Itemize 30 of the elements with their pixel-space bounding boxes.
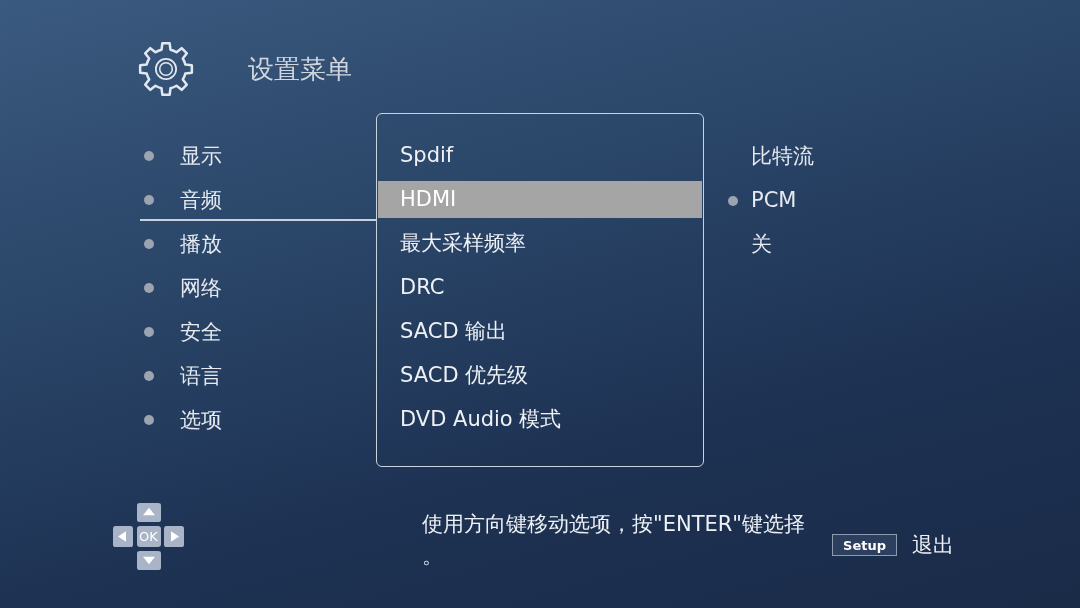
bullet-icon [728,195,738,206]
submenu-item[interactable]: Spdif [378,137,702,174]
settings-icon [137,40,195,98]
bullet-icon [144,195,154,205]
submenu-item[interactable]: 最大采样频率 [378,225,702,262]
option-item[interactable]: PCM [728,182,814,219]
submenu-item[interactable]: DRC [378,269,702,306]
category-item[interactable]: 语言 [140,357,376,397]
submenu-item[interactable]: SACD 输出 [378,313,702,350]
option-item[interactable]: 比特流 [728,138,814,175]
category-item[interactable]: 网络 [140,269,376,309]
bullet-icon [144,151,154,161]
submenu-item[interactable]: DVD Audio 模式 [378,401,702,438]
category-item[interactable]: 音频 [140,181,376,221]
bullet-icon [144,239,154,249]
bullet-icon [144,415,154,425]
bullet-icon [144,283,154,293]
category-item[interactable]: 安全 [140,313,376,353]
bullet-icon [144,327,154,337]
category-item[interactable]: 播放 [140,225,376,265]
bullet-icon [144,371,154,381]
ok-key: OK [136,526,161,547]
help-text: 使用方向键移动选项，按"ENTER"键选择。 [422,511,806,570]
submenu-item[interactable]: SACD 优先级 [378,357,702,394]
setup-key: Setup [832,534,897,556]
option-item[interactable]: 关 [728,226,814,263]
category-item[interactable]: 显示 [140,137,376,177]
exit-label: 退出 [912,534,954,556]
menu-title: 设置菜单 [248,56,352,82]
category-item[interactable]: 选项 [140,401,376,441]
